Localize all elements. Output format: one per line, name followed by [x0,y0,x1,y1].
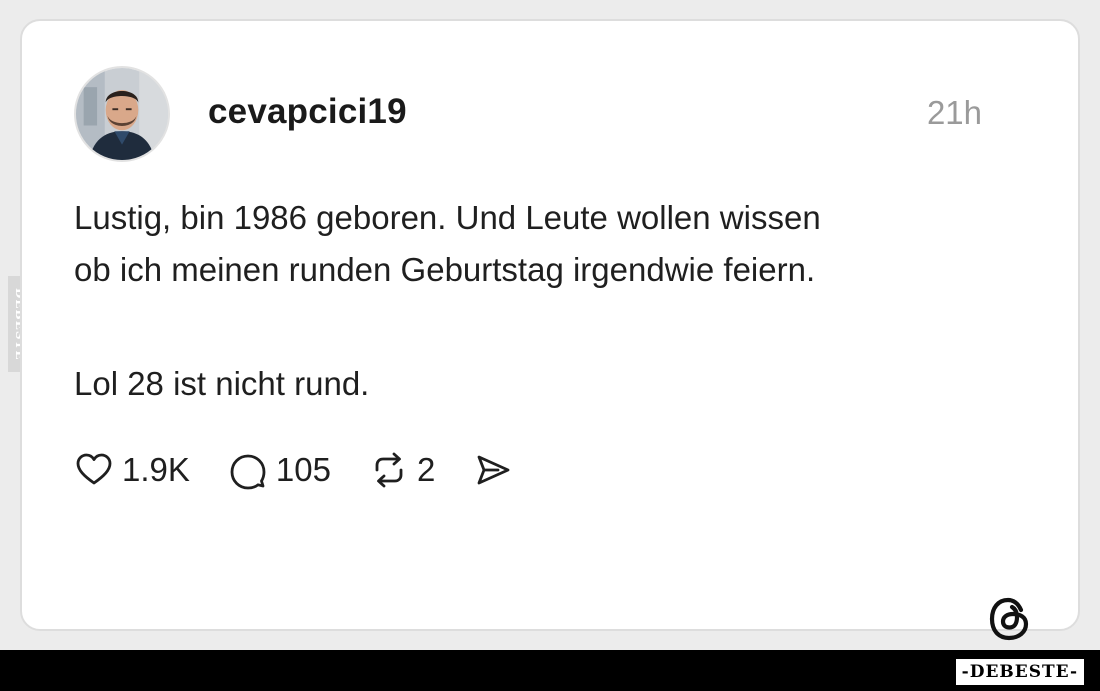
like-count: 1.9K [122,451,190,488]
repost-icon [375,452,403,488]
avatar[interactable] [74,66,170,162]
like-button[interactable]: 1.9K [74,450,190,490]
avatar-photo [76,68,168,160]
repost-count: 2 [416,451,436,488]
comment-button[interactable]: 105 [228,450,331,490]
threads-logo-icon [986,595,1034,643]
send-icon [477,455,510,485]
comment-bubble-icon [230,454,266,490]
heart-icon [76,453,112,485]
debeste-watermark: -DEBESTE- [955,659,1084,685]
post-actions: 1.9K 105 2 [74,446,551,494]
post-timestamp: 21h [926,94,982,131]
post-text-line: Lol 28 ist nicht rund. [74,365,370,402]
post-text-line: ob ich meinen runden Geburtstag irgendwi… [74,251,816,288]
share-button[interactable] [473,450,513,490]
username[interactable]: cevapcici19 [208,92,407,132]
page: DEBESTE cevapcici19 21h Lustig, bin 1986… [0,0,1100,691]
post-text: Lustig, bin 1986 geboren. Und Leute woll… [74,192,1034,410]
repost-button[interactable]: 2 [369,450,435,490]
bottom-bar: -DEBESTE- [0,650,1100,691]
post-text-line: Lustig, bin 1986 geboren. Und Leute woll… [74,199,821,236]
comment-count: 105 [275,451,331,488]
